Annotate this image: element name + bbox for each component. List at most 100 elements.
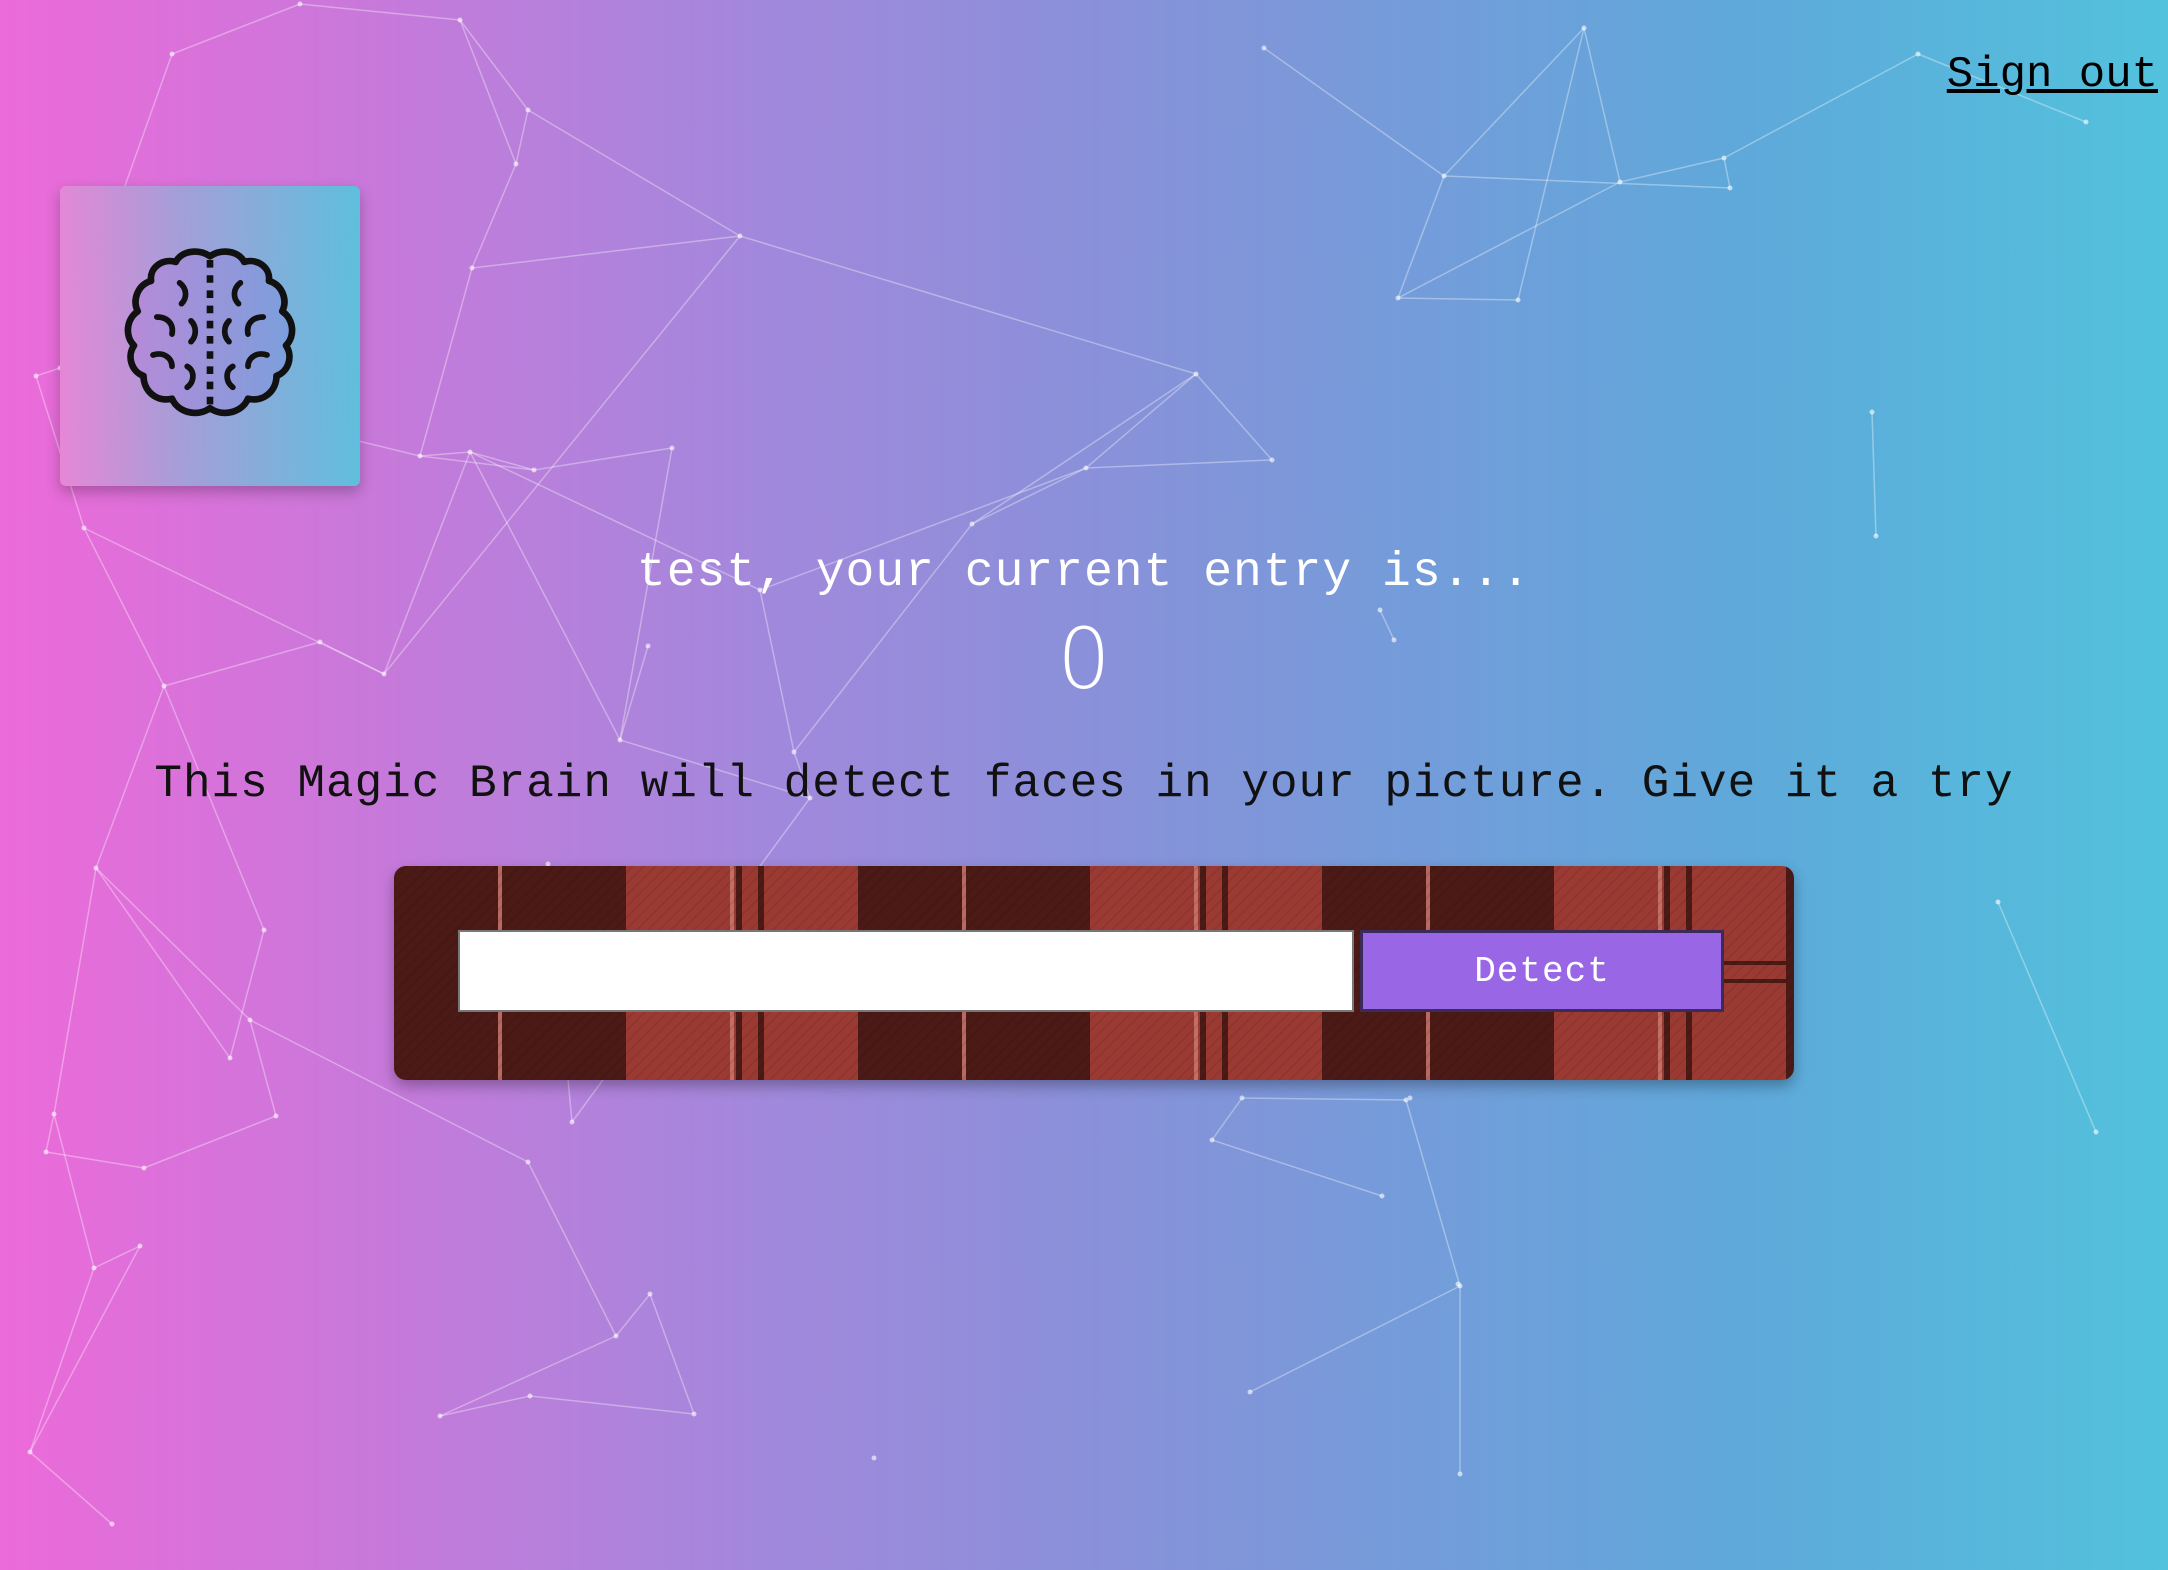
particle-link — [171, 3, 301, 55]
particle-dot — [1995, 899, 2001, 905]
particle-dot — [531, 467, 537, 473]
particle-dot — [141, 1165, 147, 1171]
particle-dot — [737, 233, 743, 239]
particle-dot — [1721, 155, 1727, 161]
particle-link — [29, 1245, 141, 1453]
particle-dot — [137, 1243, 143, 1249]
particle-dot — [273, 1113, 279, 1119]
signout-link[interactable]: Sign out — [1947, 50, 2158, 100]
particle-link — [439, 1335, 617, 1417]
particle-dot — [1581, 25, 1587, 31]
particle-dot — [457, 17, 463, 23]
particle-dot — [1441, 173, 1447, 179]
particle-link — [533, 447, 673, 471]
particle-link — [229, 929, 265, 1059]
particle-link — [1085, 459, 1273, 469]
particle-link — [35, 367, 61, 377]
detect-button[interactable]: Detect — [1360, 930, 1724, 1012]
particle-link — [143, 1115, 277, 1169]
particle-link — [419, 267, 473, 457]
particle-dot — [1617, 179, 1623, 185]
particle-dot — [417, 453, 423, 459]
particle-dot — [1239, 1095, 1245, 1101]
particle-link — [1195, 373, 1273, 461]
particle-link — [29, 1451, 113, 1525]
particle-dot — [51, 1111, 57, 1117]
particle-dot — [1515, 297, 1521, 303]
particle-dot — [1869, 409, 1875, 415]
particle-dot — [2083, 119, 2089, 125]
particle-dot — [1209, 1137, 1215, 1143]
entry-count: 0 — [1057, 610, 1111, 708]
logo — [60, 186, 360, 486]
particle-link — [739, 235, 1197, 375]
particle-link — [249, 1019, 277, 1117]
particle-dot — [617, 737, 623, 743]
particle-dot — [691, 1411, 697, 1417]
particle-link — [419, 451, 471, 457]
particle-dot — [2093, 1129, 2099, 1135]
image-url-input[interactable] — [458, 930, 1354, 1012]
particle-dot — [569, 1119, 575, 1125]
particle-dot — [527, 1393, 533, 1399]
particle-dot — [669, 445, 675, 451]
particle-link — [439, 1395, 531, 1417]
particle-link — [459, 19, 529, 111]
particle-link — [1619, 157, 1725, 183]
particle-link — [383, 235, 741, 675]
particle-dot — [613, 1333, 619, 1339]
particle-link — [527, 1161, 617, 1337]
particle-dot — [1457, 1283, 1463, 1289]
particle-dot — [1455, 1281, 1461, 1287]
particle-link — [649, 1293, 695, 1415]
particle-link — [95, 867, 231, 1059]
particle-link — [471, 235, 741, 269]
particle-dot — [93, 865, 99, 871]
particle-link — [1405, 1099, 1461, 1287]
particle-link — [45, 1113, 55, 1153]
particle-link — [1723, 53, 1919, 159]
rank-message: test, your current entry is... — [636, 546, 1532, 600]
particle-link — [95, 867, 251, 1021]
particle-link — [29, 1267, 95, 1453]
particle-dot — [791, 749, 797, 755]
particle-link — [1583, 27, 1621, 183]
particle-dot — [469, 265, 475, 271]
particle-link — [93, 1245, 141, 1269]
particle-link — [1241, 1097, 1407, 1101]
particle-dot — [1083, 465, 1089, 471]
top-nav: Sign out — [1947, 50, 2168, 100]
particle-link — [1249, 1285, 1461, 1393]
particle-link — [1723, 157, 1731, 189]
particle-dot — [467, 449, 473, 455]
description-text: This Magic Brain will detect faces in yo… — [154, 758, 2014, 810]
particle-dot — [525, 107, 531, 113]
particle-link — [1443, 175, 1731, 189]
particle-link — [53, 867, 97, 1115]
particle-dot — [27, 1449, 33, 1455]
particle-link — [419, 455, 535, 471]
particle-dot — [513, 161, 519, 167]
particle-dot — [33, 373, 39, 379]
particle-dot — [525, 1159, 531, 1165]
particle-dot — [1403, 1097, 1409, 1103]
brain-icon — [124, 248, 296, 417]
particle-dot — [647, 1291, 653, 1297]
particle-link — [45, 1151, 145, 1169]
particle-link — [1443, 27, 1585, 177]
particle-link — [971, 467, 1087, 525]
particle-dot — [169, 51, 175, 57]
particle-link — [515, 109, 529, 165]
particle-link — [1397, 175, 1445, 299]
particle-dot — [1395, 295, 1401, 301]
particle-dot — [297, 1, 303, 7]
particle-dot — [437, 1413, 443, 1419]
particle-link — [469, 451, 535, 471]
particle-dot — [1915, 51, 1921, 57]
particle-link — [1263, 47, 1445, 177]
particle-dot — [1247, 1389, 1253, 1395]
particle-dot — [43, 1149, 49, 1155]
particle-link — [615, 1293, 651, 1337]
particle-dot — [109, 1521, 115, 1527]
particle-link — [1211, 1139, 1383, 1197]
